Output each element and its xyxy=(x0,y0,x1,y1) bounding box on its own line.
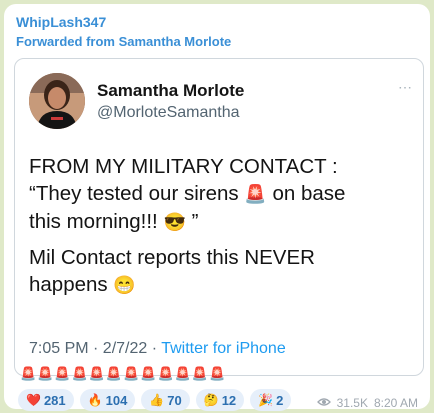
reaction-count: 12 xyxy=(221,392,237,408)
sunglasses-icon: 😎 xyxy=(163,212,186,232)
tweet-line: FROM MY MILITARY CONTACT : “They tested … xyxy=(29,153,409,236)
reaction-party[interactable]: 🎉 2 xyxy=(250,389,292,411)
reaction-count: 70 xyxy=(167,392,182,408)
reaction-fire[interactable]: 🔥 104 xyxy=(79,389,136,411)
fire-icon: 🔥 xyxy=(87,393,103,407)
avatar[interactable] xyxy=(29,73,85,129)
tweet-card[interactable]: Samantha Morlote @MorloteSamantha ⋯ FROM… xyxy=(14,58,424,376)
reactions-bar: ❤️ 281 🔥 104 👍 70 🤔 12 🎉 2 xyxy=(18,389,292,411)
tweet-source-link[interactable]: Twitter for iPhone xyxy=(161,340,286,357)
reaction-thumbs-up[interactable]: 👍 70 xyxy=(141,389,190,411)
reaction-count: 281 xyxy=(43,392,66,408)
eye-icon xyxy=(316,396,331,410)
siren-icon: 🚨 xyxy=(244,184,267,204)
heart-icon: ❤️ xyxy=(26,393,41,407)
tweet-text-line3b: ” xyxy=(191,210,199,233)
message-info: 31.5K 8:20 AM xyxy=(316,396,418,410)
thinking-icon: 🤔 xyxy=(203,393,219,407)
grin-icon: 😁 xyxy=(113,275,136,295)
tweet-text-line2a: “They tested our sirens xyxy=(29,182,239,205)
thumbs-up-icon: 👍 xyxy=(149,393,165,407)
reaction-count: 104 xyxy=(105,392,128,408)
tweet-text-line1: FROM MY MILITARY CONTACT : xyxy=(29,155,338,178)
party-icon: 🎉 xyxy=(258,393,274,407)
sender-name[interactable]: WhipLash347 xyxy=(16,14,106,30)
message-time: 8:20 AM xyxy=(373,396,418,410)
forwarded-from[interactable]: Forwarded from Samantha Morlote xyxy=(16,34,231,49)
message-bubble: WhipLash347 Forwarded from Samantha Morl… xyxy=(4,4,430,411)
reaction-thinking[interactable]: 🤔 12 xyxy=(195,389,245,411)
more-icon[interactable]: ⋯ xyxy=(398,79,413,96)
tweet-datetime: 7:05 PM · 2/7/22 · xyxy=(29,340,162,357)
reaction-count: 2 xyxy=(276,392,284,408)
author-handle: @MorloteSamantha xyxy=(97,104,240,121)
tweet-text-line4: Mil Contact reports this NEVER xyxy=(29,246,315,269)
tweet-meta: 7:05 PM · 2/7/22 · Twitter for iPhone xyxy=(29,340,286,358)
tweet-line: Mil Contact reports this NEVER happens 😁 xyxy=(29,244,409,299)
tweet-text-line2b: on base xyxy=(272,182,346,205)
tweet-text-line5: happens xyxy=(29,273,108,296)
reaction-heart[interactable]: ❤️ 281 xyxy=(18,389,74,411)
tweet-text-line3a: this morning!!! xyxy=(29,210,158,233)
view-count: 31.5K xyxy=(336,396,368,410)
tweet-text: FROM MY MILITARY CONTACT : “They tested … xyxy=(29,153,409,307)
sirens-row: 🚨🚨🚨🚨🚨🚨🚨🚨🚨🚨🚨🚨 xyxy=(20,366,227,381)
author-name: Samantha Morlote xyxy=(97,81,245,100)
